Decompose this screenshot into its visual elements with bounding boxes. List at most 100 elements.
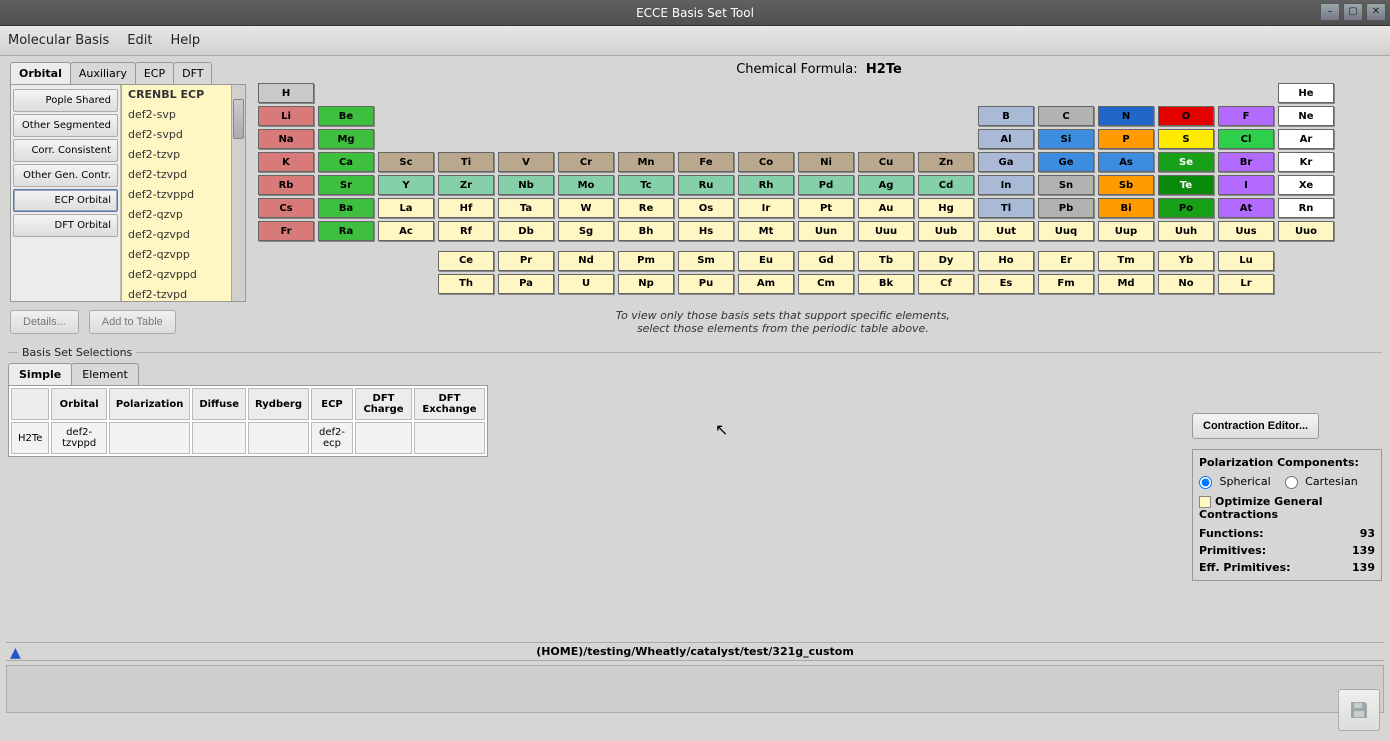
optimize-checkbox[interactable]: Optimize General Contractions bbox=[1199, 495, 1375, 521]
element-Tl[interactable]: Tl bbox=[978, 198, 1034, 218]
element-Mg[interactable]: Mg bbox=[318, 129, 374, 149]
element-No[interactable]: No bbox=[1158, 274, 1214, 294]
element-Mn[interactable]: Mn bbox=[618, 152, 674, 172]
element-Pd[interactable]: Pd bbox=[798, 175, 854, 195]
element-Tc[interactable]: Tc bbox=[618, 175, 674, 195]
radio-cartesian[interactable]: Cartesian bbox=[1285, 475, 1358, 488]
element-Cf[interactable]: Cf bbox=[918, 274, 974, 294]
element-Sr[interactable]: Sr bbox=[318, 175, 374, 195]
element-As[interactable]: As bbox=[1098, 152, 1154, 172]
category-ecp-orbital[interactable]: ECP Orbital bbox=[13, 189, 118, 212]
category-other-gen-contr-[interactable]: Other Gen. Contr. bbox=[13, 164, 118, 187]
category-corr-consistent[interactable]: Corr. Consistent bbox=[13, 139, 118, 162]
element-Ar[interactable]: Ar bbox=[1278, 129, 1334, 149]
element-Th[interactable]: Th bbox=[438, 274, 494, 294]
tab-dft[interactable]: DFT bbox=[173, 62, 212, 84]
element-Hf[interactable]: Hf bbox=[438, 198, 494, 218]
element-Ag[interactable]: Ag bbox=[858, 175, 914, 195]
element-Sm[interactable]: Sm bbox=[678, 251, 734, 271]
maximize-icon[interactable]: ▢ bbox=[1343, 3, 1363, 21]
element-W[interactable]: W bbox=[558, 198, 614, 218]
element-Ra[interactable]: Ra bbox=[318, 221, 374, 241]
contraction-editor-button[interactable]: Contraction Editor... bbox=[1192, 413, 1319, 439]
element-P[interactable]: P bbox=[1098, 129, 1154, 149]
element-Li[interactable]: Li bbox=[258, 106, 314, 126]
element-Sb[interactable]: Sb bbox=[1098, 175, 1154, 195]
menu-molecular-basis[interactable]: Molecular Basis bbox=[8, 33, 109, 48]
element-Os[interactable]: Os bbox=[678, 198, 734, 218]
basis-item[interactable]: def2-tzvpd bbox=[122, 165, 245, 185]
element-Uub[interactable]: Uub bbox=[918, 221, 974, 241]
element-Uuq[interactable]: Uuq bbox=[1038, 221, 1094, 241]
element-Te[interactable]: Te bbox=[1158, 175, 1214, 195]
basis-item[interactable]: def2-tzvpd bbox=[122, 285, 245, 301]
element-Bk[interactable]: Bk bbox=[858, 274, 914, 294]
element-Uun[interactable]: Uun bbox=[798, 221, 854, 241]
menu-help[interactable]: Help bbox=[170, 33, 200, 48]
details-button[interactable]: Details... bbox=[10, 310, 79, 334]
element-Kr[interactable]: Kr bbox=[1278, 152, 1334, 172]
element-Uus[interactable]: Uus bbox=[1218, 221, 1274, 241]
element-Tm[interactable]: Tm bbox=[1098, 251, 1154, 271]
element-Hg[interactable]: Hg bbox=[918, 198, 974, 218]
element-Mt[interactable]: Mt bbox=[738, 221, 794, 241]
scrollbar[interactable] bbox=[231, 85, 245, 301]
element-Er[interactable]: Er bbox=[1038, 251, 1094, 271]
element-Ga[interactable]: Ga bbox=[978, 152, 1034, 172]
close-icon[interactable]: ✕ bbox=[1366, 3, 1386, 21]
element-Zn[interactable]: Zn bbox=[918, 152, 974, 172]
element-Mo[interactable]: Mo bbox=[558, 175, 614, 195]
element-He[interactable]: He bbox=[1278, 83, 1334, 103]
element-Cl[interactable]: Cl bbox=[1218, 129, 1274, 149]
element-Lu[interactable]: Lu bbox=[1218, 251, 1274, 271]
element-Zr[interactable]: Zr bbox=[438, 175, 494, 195]
element-Es[interactable]: Es bbox=[978, 274, 1034, 294]
element-C[interactable]: C bbox=[1038, 106, 1094, 126]
element-Cu[interactable]: Cu bbox=[858, 152, 914, 172]
element-Nb[interactable]: Nb bbox=[498, 175, 554, 195]
element-Sg[interactable]: Sg bbox=[558, 221, 614, 241]
basis-item[interactable]: def2-qzvpp bbox=[122, 245, 245, 265]
radio-spherical[interactable]: Spherical bbox=[1199, 475, 1271, 488]
element-N[interactable]: N bbox=[1098, 106, 1154, 126]
basis-item[interactable]: def2-qzvpd bbox=[122, 225, 245, 245]
basis-item[interactable]: def2-svpd bbox=[122, 125, 245, 145]
element-I[interactable]: I bbox=[1218, 175, 1274, 195]
element-Ca[interactable]: Ca bbox=[318, 152, 374, 172]
element-Co[interactable]: Co bbox=[738, 152, 794, 172]
element-Ir[interactable]: Ir bbox=[738, 198, 794, 218]
tab-ecp[interactable]: ECP bbox=[135, 62, 174, 84]
element-Xe[interactable]: Xe bbox=[1278, 175, 1334, 195]
element-Cd[interactable]: Cd bbox=[918, 175, 974, 195]
element-Uuh[interactable]: Uuh bbox=[1158, 221, 1214, 241]
element-Ge[interactable]: Ge bbox=[1038, 152, 1094, 172]
element-Se[interactable]: Se bbox=[1158, 152, 1214, 172]
element-Au[interactable]: Au bbox=[858, 198, 914, 218]
element-Eu[interactable]: Eu bbox=[738, 251, 794, 271]
sel-tab-simple[interactable]: Simple bbox=[8, 363, 72, 385]
element-Pa[interactable]: Pa bbox=[498, 274, 554, 294]
triangle-icon[interactable]: ▲ bbox=[10, 645, 21, 661]
element-Rb[interactable]: Rb bbox=[258, 175, 314, 195]
element-Ce[interactable]: Ce bbox=[438, 251, 494, 271]
menu-edit[interactable]: Edit bbox=[127, 33, 152, 48]
element-F[interactable]: F bbox=[1218, 106, 1274, 126]
element-Si[interactable]: Si bbox=[1038, 129, 1094, 149]
element-Ni[interactable]: Ni bbox=[798, 152, 854, 172]
element-Ac[interactable]: Ac bbox=[378, 221, 434, 241]
element-Bh[interactable]: Bh bbox=[618, 221, 674, 241]
element-Db[interactable]: Db bbox=[498, 221, 554, 241]
category-other-segmented[interactable]: Other Segmented bbox=[13, 114, 118, 137]
basis-item[interactable]: def2-qzvp bbox=[122, 205, 245, 225]
basis-item[interactable]: def2-svp bbox=[122, 105, 245, 125]
element-Sc[interactable]: Sc bbox=[378, 152, 434, 172]
element-Sn[interactable]: Sn bbox=[1038, 175, 1094, 195]
element-Be[interactable]: Be bbox=[318, 106, 374, 126]
element-Pm[interactable]: Pm bbox=[618, 251, 674, 271]
element-Np[interactable]: Np bbox=[618, 274, 674, 294]
element-O[interactable]: O bbox=[1158, 106, 1214, 126]
element-Ru[interactable]: Ru bbox=[678, 175, 734, 195]
element-Ta[interactable]: Ta bbox=[498, 198, 554, 218]
element-V[interactable]: V bbox=[498, 152, 554, 172]
element-Dy[interactable]: Dy bbox=[918, 251, 974, 271]
